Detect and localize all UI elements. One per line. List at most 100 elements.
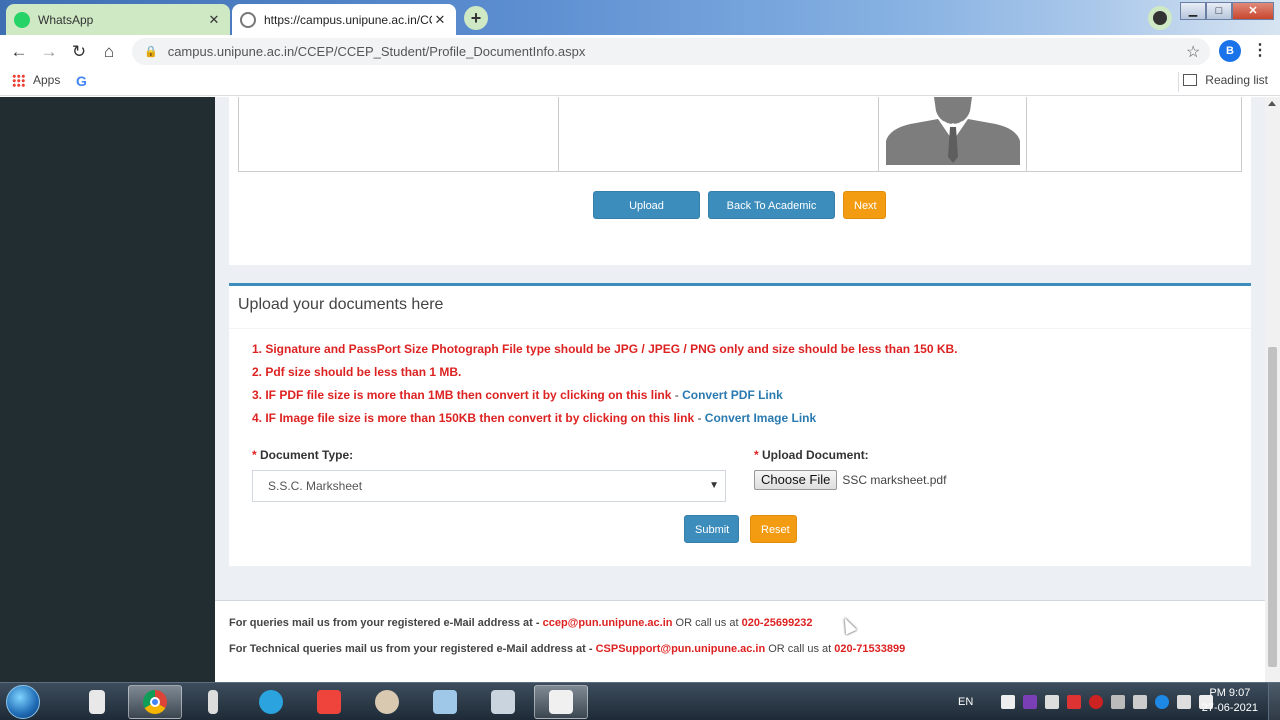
clock-date: 27-06-2021 bbox=[1201, 702, 1258, 714]
whatsapp-icon bbox=[14, 11, 30, 28]
maximize-button[interactable]: □ bbox=[1206, 2, 1232, 20]
page-scrollbar[interactable] bbox=[1265, 97, 1280, 682]
browser-tab-strip: WhatsApp ✕ https://campus.unipune.ac.in/… bbox=[0, 0, 1280, 35]
upload-actions: Submit Reset bbox=[684, 515, 797, 543]
tab-close-icon[interactable]: ✕ bbox=[206, 12, 222, 28]
taskbar-chess[interactable] bbox=[186, 685, 240, 719]
convert-image-link[interactable]: Convert Image Link bbox=[705, 411, 816, 425]
upload-document-file-input: Choose File SSC marksheet.pdf bbox=[754, 470, 946, 490]
chrome-icon bbox=[143, 690, 167, 714]
table-cell bbox=[559, 97, 879, 171]
profile-avatar[interactable]: B bbox=[1219, 40, 1241, 62]
footer-email-link[interactable]: CSPSupport@pun.unipune.ac.in bbox=[596, 643, 766, 655]
taskbar-anydesk[interactable] bbox=[302, 685, 356, 719]
next-button[interactable]: Next bbox=[843, 191, 886, 219]
tab-close-icon[interactable]: ✕ bbox=[432, 12, 448, 28]
table-cell bbox=[1027, 97, 1241, 171]
bookmark-apps[interactable]: Apps bbox=[12, 73, 60, 87]
taskbar-chrome[interactable] bbox=[128, 685, 182, 719]
reading-list-label: Reading list bbox=[1205, 73, 1268, 87]
submit-button[interactable]: Submit bbox=[684, 515, 739, 543]
documents-table bbox=[238, 97, 1242, 172]
language-indicator[interactable]: EN bbox=[958, 696, 973, 708]
browser-menu-icon[interactable]: ⋮ bbox=[1252, 40, 1268, 62]
tab-whatsapp[interactable]: WhatsApp ✕ bbox=[6, 4, 230, 35]
scrollbar-thumb[interactable] bbox=[1268, 347, 1277, 667]
upload-documents-box: Upload your documents here 1. Signature … bbox=[229, 283, 1251, 566]
upload-instructions: 1. Signature and PassPort Size Photograp… bbox=[252, 341, 958, 433]
taskbar-clock[interactable]: PM 9:07 27-06-2021 bbox=[1202, 686, 1258, 716]
back-arrow-icon[interactable]: ← bbox=[6, 39, 32, 65]
choose-file-button[interactable]: Choose File bbox=[754, 470, 838, 490]
instruction-line: 3. IF PDF file size is more than 1MB the… bbox=[252, 388, 783, 402]
taskbar-calculator[interactable] bbox=[476, 685, 530, 719]
minimize-button[interactable]: ▁ bbox=[1180, 2, 1206, 20]
onenote-icon[interactable] bbox=[1023, 695, 1038, 709]
documents-box: Upload Document Back To Academic Info Ne… bbox=[229, 97, 1251, 265]
reading-list[interactable]: Reading list bbox=[1183, 73, 1268, 87]
footer-phone: 020-25699232 bbox=[741, 617, 813, 629]
instruction-line: 2. Pdf size should be less than 1 MB. bbox=[252, 365, 462, 379]
notepad-icon bbox=[433, 690, 457, 714]
page-footer: For queries mail us from your registered… bbox=[215, 600, 1265, 682]
show-desktop-button[interactable] bbox=[1268, 683, 1280, 720]
bookmarks-divider bbox=[1178, 72, 1179, 92]
document-type-select[interactable]: S.S.C. Marksheet ▼ bbox=[252, 470, 726, 502]
tray-app-icon[interactable] bbox=[1045, 695, 1060, 709]
convert-pdf-link[interactable]: Convert PDF Link bbox=[682, 388, 783, 402]
tab-title: https://campus.unipune.ac.in/CC bbox=[264, 12, 432, 27]
footer-email-link[interactable]: ccep@pun.unipune.ac.in bbox=[543, 617, 673, 629]
documents-actions: Upload Document Back To Academic Info Ne… bbox=[593, 191, 886, 240]
upload-document-label: * Upload Document: bbox=[754, 448, 869, 462]
taskbar-screen-recorder[interactable] bbox=[534, 685, 588, 719]
forward-arrow-icon[interactable]: → bbox=[36, 39, 62, 65]
close-window-button[interactable]: ✕ bbox=[1232, 2, 1274, 20]
upload-box-title: Upload your documents here bbox=[229, 286, 1251, 329]
tab-campus-unipune[interactable]: https://campus.unipune.ac.in/CC ✕ bbox=[232, 4, 456, 35]
bookmark-google[interactable]: G bbox=[76, 73, 87, 89]
page-viewport: Upload Document Back To Academic Info Ne… bbox=[0, 97, 1280, 682]
bookmark-star-icon[interactable]: ☆ bbox=[1186, 42, 1210, 62]
document-type-label: * Document Type: bbox=[252, 448, 354, 462]
address-bar[interactable]: 🔒 campus.unipune.ac.in/CCEP/CCEP_Student… bbox=[132, 38, 1210, 65]
tray-app-icon[interactable] bbox=[1133, 695, 1148, 709]
taskbar-telegram[interactable] bbox=[244, 685, 298, 719]
new-tab-button[interactable]: + bbox=[464, 6, 488, 30]
scroll-up-icon[interactable] bbox=[1268, 101, 1276, 106]
bookmarks-bar: Apps G Reading list bbox=[0, 68, 1280, 96]
start-button[interactable] bbox=[6, 685, 40, 719]
taskbar-notepad[interactable] bbox=[418, 685, 472, 719]
tray-app-icon[interactable] bbox=[1089, 695, 1104, 709]
address-url: campus.unipune.ac.in/CCEP/CCEP_Student/P… bbox=[167, 44, 586, 59]
screen-recorder-icon bbox=[549, 690, 573, 714]
telegram-icon bbox=[259, 690, 283, 714]
reading-list-icon bbox=[1183, 74, 1198, 86]
window-controls: ▁ □ ✕ bbox=[1180, 2, 1274, 20]
cards-icon bbox=[89, 690, 105, 714]
volume-icon[interactable] bbox=[1177, 695, 1192, 709]
google-icon: G bbox=[76, 73, 87, 89]
photo-cell bbox=[879, 97, 1027, 171]
tray-app-icon[interactable] bbox=[1111, 695, 1126, 709]
footer-technical-line: For Technical queries mail us from your … bbox=[229, 643, 906, 655]
photo-placeholder-icon bbox=[886, 97, 1020, 165]
system-tray: EN bbox=[958, 683, 1214, 720]
reset-button[interactable]: Reset bbox=[750, 515, 797, 543]
tray-app-icon[interactable] bbox=[1067, 695, 1082, 709]
paint-icon bbox=[375, 690, 399, 714]
tray-app-icon[interactable] bbox=[1155, 695, 1170, 709]
selected-file-name: SSC marksheet.pdf bbox=[842, 473, 947, 487]
download-icon[interactable] bbox=[1148, 6, 1172, 30]
taskbar-solitaire[interactable] bbox=[70, 685, 124, 719]
taskbar-paint[interactable] bbox=[360, 685, 414, 719]
calculator-icon bbox=[491, 690, 515, 714]
apps-grid-icon bbox=[12, 73, 25, 87]
home-icon[interactable]: ⌂ bbox=[96, 39, 122, 65]
upload-document-button[interactable]: Upload Document bbox=[593, 191, 700, 240]
clock-time: PM 9:07 bbox=[1209, 687, 1251, 699]
reload-icon[interactable]: ↻ bbox=[66, 39, 92, 65]
browser-toolbar: ← → ↻ ⌂ 🔒 campus.unipune.ac.in/CCEP/CCEP… bbox=[0, 35, 1280, 68]
tab-title: WhatsApp bbox=[38, 12, 94, 27]
tray-app-icon[interactable] bbox=[1001, 695, 1016, 709]
back-to-academic-info-button[interactable]: Back To Academic Info bbox=[708, 191, 835, 240]
